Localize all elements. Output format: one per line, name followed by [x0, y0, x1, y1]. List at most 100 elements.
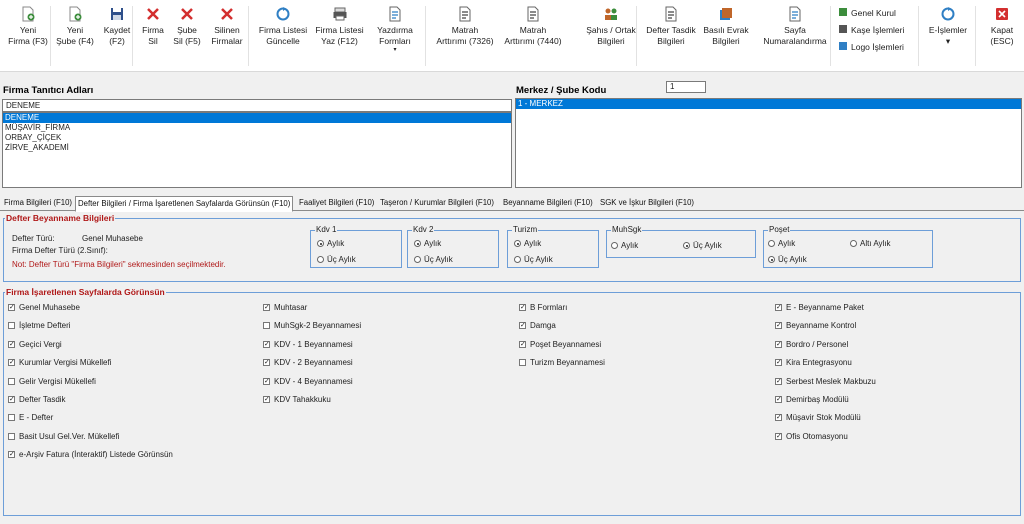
deleted-companies-button[interactable]: Silinen Firmalar: [205, 6, 249, 66]
company-list-item[interactable]: MÜŞAVİR_FİRMA: [3, 123, 511, 133]
tab-2[interactable]: Defter Bilgileri / Firma İşaretlenen Say…: [75, 196, 294, 212]
printed-docs-button[interactable]: Basılı Evrak Bilgileri: [700, 6, 752, 66]
radio-dot: [414, 240, 421, 247]
visibility-checkbox[interactable]: ✓ Geçici Vergi: [8, 340, 62, 349]
visibility-checkbox[interactable]: ✓ B Formları: [519, 303, 567, 312]
visibility-checkbox[interactable]: ✓ KDV - 4 Beyannamesi: [263, 377, 353, 386]
visibility-checkbox[interactable]: ✓ Serbest Meslek Makbuzu: [775, 377, 876, 386]
visibility-checkbox[interactable]: ✓ KDV Tahakkuku: [263, 395, 331, 404]
company-list-item[interactable]: ZİRVE_AKADEMİ: [3, 143, 511, 153]
visibility-checkbox[interactable]: ✓ Damga: [519, 321, 556, 330]
checkbox-empty: [8, 414, 15, 422]
radio-option[interactable]: Aylık: [611, 241, 638, 250]
tab-4[interactable]: Taşeron / Kurumlar Bilgileri (F10): [378, 196, 496, 211]
refresh-list-button[interactable]: Firma Listesi Güncelle: [253, 6, 313, 66]
refresh-list-icon: [253, 6, 313, 22]
company-panel-title: Firma Tanıtıcı Adları: [3, 85, 94, 96]
visibility-checkbox[interactable]: ✓ Poşet Beyannamesi: [519, 340, 601, 349]
radio-option[interactable]: Üç Aylık: [317, 255, 356, 264]
check-icon: ✓: [8, 359, 15, 367]
radio-group-title: MuhSgk: [611, 225, 643, 234]
tax-base-increase-icon: [500, 6, 566, 22]
print-list-button[interactable]: Firma Listesi Yaz (F12): [312, 6, 367, 66]
button-label-line2: Güncelle: [266, 36, 300, 46]
radio-option[interactable]: Altı Aylık: [850, 239, 891, 248]
visibility-checkbox[interactable]: ✓ Bordro / Personel: [775, 340, 848, 349]
checkbox-label: Kurumlar Vergisi Mükellefi: [19, 358, 112, 368]
page-numbering-button[interactable]: Sayfa Numaralandırma: [755, 6, 835, 66]
tab-5[interactable]: Beyanname Bilgileri (F10): [501, 196, 595, 211]
print-forms-button[interactable]: Yazdırma Formları ▾: [370, 6, 420, 66]
button-label-line2: (ESC): [990, 36, 1014, 46]
tab-6[interactable]: SGK ve İşkur Bilgileri (F10): [598, 196, 696, 211]
close-button[interactable]: Kapat (ESC): [985, 6, 1019, 66]
tab-3[interactable]: Faaliyet Bilgileri (F10): [297, 196, 376, 211]
visibility-checkbox[interactable]: ✓ Beyanname Kontrol: [775, 321, 856, 330]
radio-option[interactable]: Üç Aylık: [514, 255, 553, 264]
tab-1[interactable]: Firma Bilgileri (F10): [2, 196, 74, 211]
radio-option[interactable]: Üç Aylık: [768, 255, 807, 264]
visibility-checkbox[interactable]: ✓ Defter Tasdik: [8, 395, 66, 404]
delete-branch-button[interactable]: Şube Sil (F5): [172, 6, 202, 66]
delete-company-button[interactable]: Firma Sil: [138, 6, 168, 66]
button-label-line1: Firma Listesi: [315, 25, 364, 35]
visibility-checkbox[interactable]: ✓ Muhtasar: [263, 303, 307, 312]
visibility-checkbox[interactable]: ✓ Demirbaş Modülü: [775, 395, 849, 404]
company-list-item[interactable]: ORBAY_ÇİÇEK: [3, 133, 511, 143]
radio-option[interactable]: Aylık: [317, 239, 344, 248]
radio-option[interactable]: Üç Aylık: [414, 255, 453, 264]
e-operations-button[interactable]: E-İşlemler ▾: [925, 6, 971, 66]
branch-code-input[interactable]: 1: [666, 81, 706, 93]
partners-button[interactable]: Şahıs / Ortak Bilgileri: [580, 6, 642, 66]
visibility-checkbox[interactable]: Basit Usul Gel.Ver. Mükellefi: [8, 432, 119, 441]
visibility-checkbox[interactable]: ✓ E - Beyanname Paket: [775, 303, 864, 312]
company-name-input[interactable]: DENEME: [2, 99, 512, 112]
visibility-checkbox[interactable]: ✓ Müşavir Stok Modülü: [775, 413, 861, 422]
checkbox-label: Muhtasar: [274, 303, 308, 312]
branch-panel-title: Merkez / Şube Kodu: [516, 85, 607, 96]
radio-option[interactable]: Üç Aylık: [683, 241, 722, 250]
side-item-general-assembly[interactable]: Genel Kurul: [838, 7, 896, 19]
branch-list[interactable]: 1 - MERKEZ: [515, 98, 1022, 188]
visibility-checkbox[interactable]: ✓ e-Arşiv Fatura (İnteraktif) Listede Gör…: [8, 450, 173, 459]
bottom-strip: [0, 516, 1024, 524]
company-list-item[interactable]: DENEME: [3, 113, 511, 123]
stamp-icon: [838, 24, 848, 36]
radio-dot: [850, 240, 857, 247]
side-item-logo[interactable]: Logo İşlemleri: [838, 41, 904, 53]
visibility-checkbox[interactable]: Turizm Beyannamesi: [519, 358, 605, 367]
save-button[interactable]: Kaydet (F2): [100, 6, 134, 66]
ledger-approval-button[interactable]: Defter Tasdik Bilgileri: [640, 6, 702, 66]
branch-list-item[interactable]: 1 - MERKEZ: [516, 99, 1021, 109]
visibility-checkbox[interactable]: ✓ KDV - 1 Beyannamesi: [263, 340, 353, 349]
radio-option[interactable]: Aylık: [414, 239, 441, 248]
visibility-checkbox[interactable]: Gelir Vergisi Mükellefi: [8, 377, 96, 386]
radio-label: Aylık: [424, 239, 442, 248]
visibility-checkbox[interactable]: ✓ Ofis Otomasyonu: [775, 432, 848, 441]
visibility-checkbox[interactable]: İşletme Defteri: [8, 321, 71, 330]
radio-option[interactable]: Aylık: [768, 239, 795, 248]
side-item-label: Logo İşlemleri: [851, 42, 904, 52]
tax-base-increase-button[interactable]: Matrah Arttırımı (7326): [432, 6, 498, 66]
visibility-checkbox[interactable]: ✓ Kira Entegrasyonu: [775, 358, 852, 367]
tax-base-increase-button[interactable]: Matrah Arttırımı (7440): [500, 6, 566, 66]
visibility-checkbox[interactable]: ✓ Genel Muhasebe: [8, 303, 80, 312]
checkbox-label: Bordro / Personel: [786, 339, 849, 349]
button-label-line1: Basılı Evrak: [703, 25, 749, 35]
checkbox-empty: [8, 322, 15, 330]
company-list[interactable]: DENEME MÜŞAVİR_FİRMA ORBAY_ÇİÇEK ZİRVE_AKAD…: [2, 112, 512, 188]
visibility-checkbox[interactable]: ✓ Kurumlar Vergisi Mükellefi: [8, 358, 111, 367]
radio-option[interactable]: Aylık: [514, 239, 541, 248]
button-label-line2: Arttırımı (7440): [504, 36, 562, 46]
close-icon: [985, 6, 1019, 22]
check-icon: ✓: [263, 359, 270, 367]
check-icon: ✓: [8, 304, 15, 311]
side-item-stamp[interactable]: Kaşe İşlemleri: [838, 24, 904, 36]
visibility-checkbox[interactable]: E - Defter: [8, 413, 53, 422]
new-branch-button[interactable]: Yeni Şube (F4): [55, 6, 95, 66]
button-label-line1: Firma Listesi: [258, 25, 308, 35]
visibility-checkbox[interactable]: ✓ KDV - 2 Beyannamesi: [263, 358, 353, 367]
visibility-checkbox[interactable]: MuhSgk-2 Beyannamesi: [263, 321, 361, 330]
new-company-button[interactable]: Yeni Firma (F3): [8, 6, 48, 66]
button-label-line2: Firmalar: [211, 36, 243, 46]
